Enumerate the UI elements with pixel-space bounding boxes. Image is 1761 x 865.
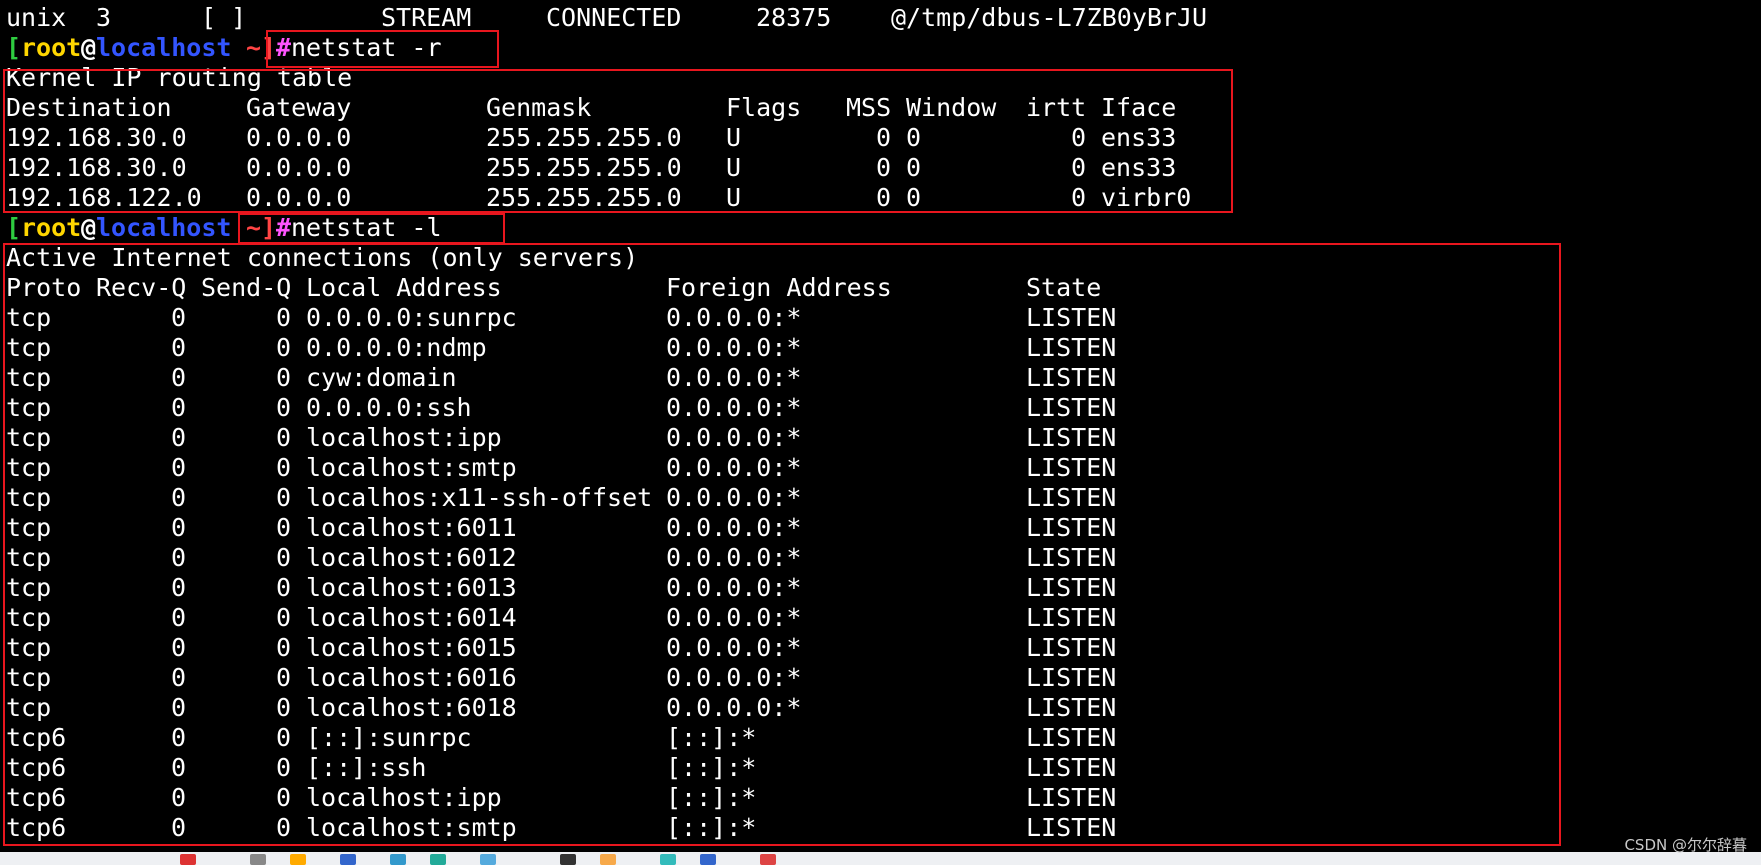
app-icon-4[interactable] — [340, 854, 356, 865]
prompt-host: localhost — [96, 33, 232, 62]
app-icon-2[interactable] — [250, 854, 266, 865]
app-icon-3[interactable] — [290, 854, 306, 865]
prompt-line-listen: [ root @ localhost ~ ] # netstat -l — [6, 213, 442, 243]
app-icon-7[interactable] — [480, 854, 496, 865]
app-icon-11[interactable] — [700, 854, 716, 865]
app-icon-12[interactable] — [760, 854, 776, 865]
prompt-open-bracket: [ — [6, 33, 22, 62]
taskbar — [0, 852, 1761, 865]
prompt-host: localhost — [96, 213, 232, 242]
app-icon-10[interactable] — [660, 854, 676, 865]
socket-flags: [ ] — [201, 3, 247, 32]
prompt-cwd: ~ — [231, 33, 262, 62]
app-icon-8[interactable] — [560, 854, 576, 865]
app-icon-9[interactable] — [600, 854, 616, 865]
highlight-box-command-r — [266, 30, 499, 68]
highlight-box-connections — [3, 243, 1561, 846]
socket-type: STREAM — [381, 3, 472, 32]
app-icon-5[interactable] — [390, 854, 406, 865]
watermark: CSDN @尔尔辞暮 — [1624, 836, 1747, 854]
highlight-box-routing-table — [3, 69, 1233, 213]
prompt-user: root — [21, 33, 82, 62]
socket-inode: 28375 — [756, 3, 832, 32]
prompt-at: @ — [81, 33, 97, 62]
terminal-window[interactable]: unix 3 [ ] STREAM CONNECTED 28375 @/tmp/… — [0, 0, 1761, 852]
prompt-at: @ — [81, 213, 97, 242]
terminal-line-socket: unix 3 [ ] STREAM CONNECTED 28375 @/tmp/… — [6, 3, 1207, 33]
prompt-open-bracket: [ — [6, 213, 22, 242]
socket-refcnt: 3 — [96, 3, 112, 32]
highlight-box-command-l — [238, 213, 505, 244]
prompt-user: root — [21, 213, 82, 242]
prompt-line-route: [ root @ localhost ~ ] # netstat -r — [6, 33, 442, 63]
socket-path: @/tmp/dbus-L7ZB0yBrJU — [891, 3, 1208, 32]
app-icon-1[interactable] — [180, 854, 196, 865]
socket-state: CONNECTED — [546, 3, 682, 32]
socket-proto: unix — [6, 3, 67, 32]
app-icon-6[interactable] — [430, 854, 446, 865]
